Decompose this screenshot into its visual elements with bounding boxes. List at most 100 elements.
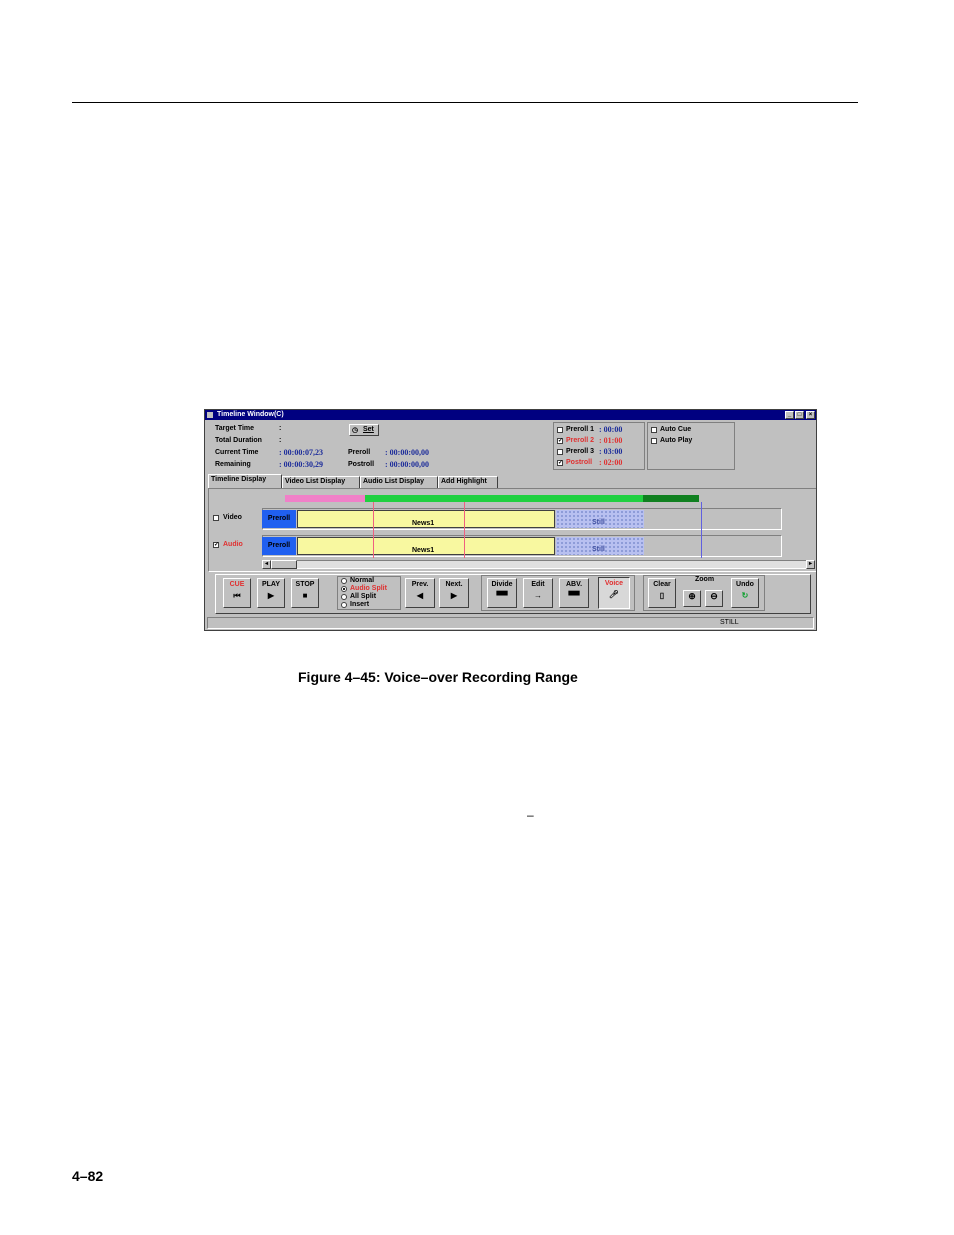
abv-label: ABV.	[565, 581, 583, 588]
minimize-button[interactable]: _	[785, 411, 794, 419]
cue-button[interactable]: CUE ⏮	[223, 578, 251, 608]
position-bar	[365, 495, 643, 502]
preroll2-checkbox[interactable]: ✓	[557, 438, 563, 444]
divide-button[interactable]: Divide ▀▀	[487, 578, 517, 608]
audio-clip-news1[interactable]: News1	[297, 537, 555, 555]
close-button[interactable]: ×	[806, 411, 815, 419]
audio-still-label: Still	[592, 546, 605, 553]
total-duration-sep: :	[279, 437, 282, 444]
tab-audio-list-display[interactable]: Audio List Display	[360, 476, 438, 488]
voice-label: Voice	[604, 580, 624, 587]
tab-timeline-display[interactable]: Timeline Display	[208, 474, 282, 488]
voice-in-marker	[373, 502, 374, 558]
mode-normal-radio[interactable]	[341, 578, 347, 584]
cue-label: CUE	[229, 581, 245, 588]
prev-icon: ◀	[416, 591, 424, 600]
skip-back-icon: ⏮	[233, 591, 241, 600]
postroll-option-label: Postroll	[566, 459, 593, 466]
undo-button[interactable]: Undo ↻	[731, 578, 759, 608]
remaining-label: Remaining	[215, 461, 251, 468]
auto-cue-label: Auto Cue	[660, 426, 692, 433]
postroll-label: Postroll	[348, 461, 375, 468]
stop-button[interactable]: STOP ■	[291, 578, 319, 608]
postroll-checkbox[interactable]: ✓	[557, 460, 563, 466]
clear-label: Clear	[653, 581, 671, 588]
voice-range-bar	[285, 495, 365, 502]
postroll-option-value: : 02:00	[599, 458, 623, 467]
mode-all-split-label: All Split	[350, 593, 377, 600]
zoom-out-button[interactable]: ⊖	[705, 590, 723, 607]
audio-clip-label: News1	[412, 547, 435, 554]
auto-play-label: Auto Play	[660, 437, 693, 444]
page-icon: ▯	[659, 591, 665, 600]
window-title: Timeline Window(C)	[217, 411, 284, 418]
abv-icon: ▀▀	[568, 591, 580, 600]
undo-label: Undo	[736, 581, 754, 588]
play-icon: ▶	[267, 591, 275, 600]
clock-icon: ◷	[352, 427, 359, 434]
edit-label: Edit	[531, 581, 545, 588]
undo-icon: ↻	[741, 591, 749, 600]
stray-mark: –	[527, 808, 534, 822]
microphone-icon: 🎤︎	[608, 590, 620, 599]
timeline-window: Timeline Window(C) _ □ × Target Time : T…	[204, 409, 817, 631]
mode-audio-split-label: Audio Split	[350, 585, 387, 592]
preroll1-checkbox[interactable]	[557, 427, 563, 433]
scroll-right-icon[interactable]: ▸	[806, 560, 815, 569]
status-text: STILL	[720, 619, 739, 626]
video-still-label: Still	[592, 519, 605, 526]
set-button[interactable]: ◷ Set	[349, 424, 379, 436]
video-clip-news1[interactable]: News1	[297, 510, 555, 528]
auto-play-checkbox[interactable]	[651, 438, 657, 444]
zoom-in-button[interactable]: ⊕	[683, 590, 701, 607]
video-track-label: Video	[223, 514, 242, 521]
mode-normal-label: Normal	[350, 577, 375, 584]
scroll-left-icon[interactable]: ◂	[262, 560, 271, 569]
next-icon: ▶	[450, 591, 458, 600]
maximize-button[interactable]: □	[795, 411, 804, 419]
prev-label: Prev.	[411, 581, 429, 588]
preroll3-checkbox[interactable]	[557, 449, 563, 455]
preroll3-label: Preroll 3	[566, 448, 595, 455]
voice-button[interactable]: Voice 🎤︎	[598, 577, 630, 609]
stop-icon: ■	[302, 591, 308, 600]
preroll2-value: : 01:00	[599, 436, 623, 445]
mode-insert-label: Insert	[350, 601, 370, 608]
tab-video-list-display[interactable]: Video List Display	[282, 476, 360, 488]
video-clip-label: News1	[412, 520, 435, 527]
abv-button[interactable]: ABV. ▀▀	[559, 578, 589, 608]
edit-button[interactable]: Edit →	[523, 578, 553, 608]
total-duration-label: Total Duration	[215, 437, 262, 444]
mode-insert-radio[interactable]	[341, 602, 347, 608]
mode-audio-split-radio[interactable]	[341, 586, 347, 592]
play-label: PLAY	[261, 581, 281, 588]
next-label: Next.	[445, 581, 463, 588]
tab-add-highlight[interactable]: Add Highlight	[438, 476, 498, 488]
video-still-clip[interactable]: Still	[556, 510, 644, 528]
audio-preroll-block[interactable]: Preroll	[262, 537, 296, 555]
clear-button[interactable]: Clear ▯	[648, 578, 676, 608]
position-bar-end	[643, 495, 699, 502]
current-time-label: Current Time	[215, 449, 259, 456]
preroll-value: : 00:00:00,00	[385, 448, 429, 457]
mode-all-split-radio[interactable]	[341, 594, 347, 600]
audio-track-checkbox[interactable]: ✓	[213, 542, 219, 548]
play-button[interactable]: PLAY ▶	[257, 578, 285, 608]
horizontal-scrollbar[interactable]	[262, 560, 815, 569]
next-button[interactable]: Next. ▶	[439, 578, 469, 608]
page-number: 4–82	[72, 1168, 104, 1184]
end-marker	[701, 502, 702, 558]
auto-cue-checkbox[interactable]	[651, 427, 657, 433]
preroll-label: Preroll	[348, 449, 371, 456]
audio-still-clip[interactable]: Still	[556, 537, 644, 555]
prev-button[interactable]: Prev. ◀	[405, 578, 435, 608]
zoom-in-icon: ⊕	[688, 591, 696, 601]
divide-label: Divide	[491, 581, 513, 588]
video-track-checkbox[interactable]	[213, 515, 219, 521]
preroll1-value: : 00:00	[599, 425, 623, 434]
current-time-value: : 00:00:07,23	[279, 448, 323, 457]
scroll-thumb[interactable]	[271, 560, 297, 569]
set-button-label: Set	[363, 426, 374, 433]
header-rule	[72, 102, 858, 103]
video-preroll-block[interactable]: Preroll	[262, 510, 296, 528]
